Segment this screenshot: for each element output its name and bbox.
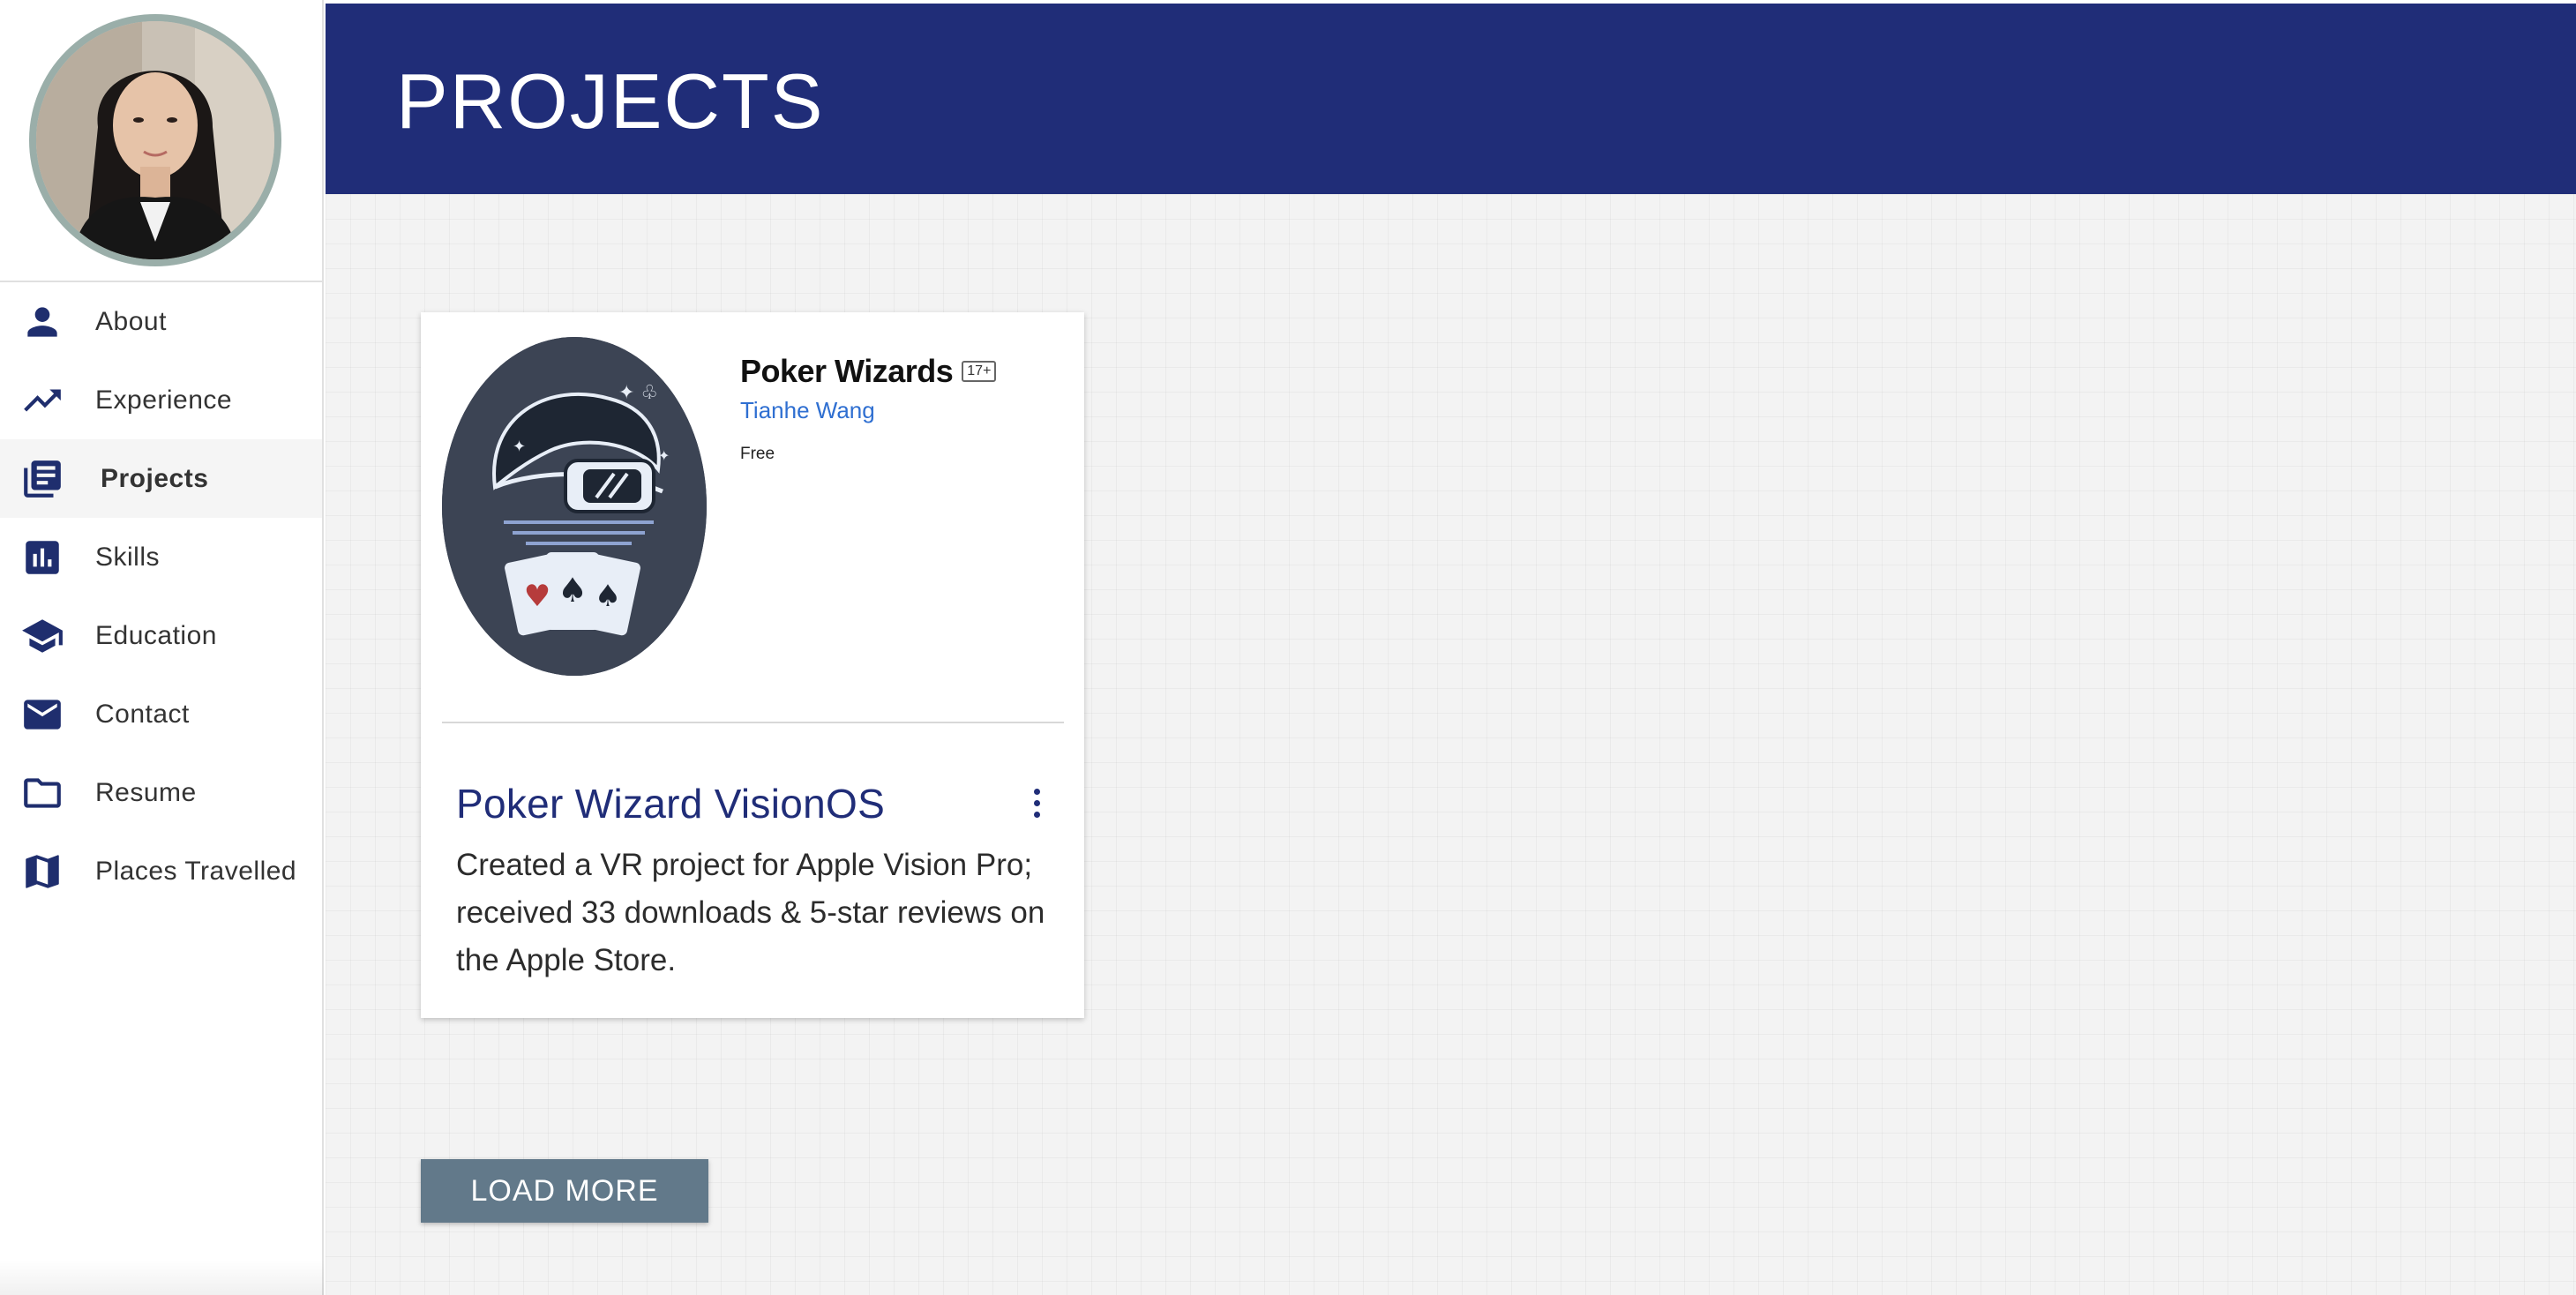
avatar [29, 14, 281, 266]
sidebar-item-label: Places Travelled [95, 856, 297, 886]
person-icon [19, 299, 65, 345]
svg-text:✦ ♧: ✦ ♧ [618, 382, 658, 404]
folder-icon [19, 770, 65, 816]
app-name: Poker Wizards [740, 353, 954, 389]
page-title: PROJECTS [396, 57, 825, 145]
main-content: ♥ ♠ ♠ ✦ ♧ ✦ ✦ Poker Wizards 17+ Tianhe W… [326, 194, 2576, 1295]
sidebar-nav: About Experience Projects Skills Educati… [0, 282, 322, 910]
sidebar-item-label: Resume [95, 777, 197, 807]
app-icon-image: ♥ ♠ ♠ ✦ ♧ ✦ ✦ [442, 337, 707, 676]
developer-link[interactable]: Tianhe Wang [740, 397, 875, 424]
sidebar-item-projects[interactable]: Projects [0, 439, 322, 518]
project-title: Poker Wizard VisionOS [456, 781, 886, 827]
graduation-cap-icon [19, 613, 65, 659]
mail-icon [19, 692, 65, 737]
map-icon [19, 849, 65, 895]
sidebar-item-about[interactable]: About [0, 282, 322, 361]
sidebar-item-experience[interactable]: Experience [0, 361, 322, 439]
page-header: PROJECTS [326, 4, 2576, 194]
svg-text:✦: ✦ [513, 438, 526, 456]
profile-photo [36, 21, 274, 259]
load-more-button[interactable]: LOAD MORE [421, 1159, 708, 1223]
sidebar-item-resume[interactable]: Resume [0, 753, 322, 832]
trending-up-icon [19, 378, 65, 423]
svg-text:♠: ♠ [558, 571, 588, 610]
sidebar-item-label: Skills [95, 542, 161, 572]
svg-text:♥: ♥ [524, 579, 550, 614]
bar-chart-icon [19, 535, 65, 580]
project-card: ♥ ♠ ♠ ✦ ♧ ✦ ✦ Poker Wizards 17+ Tianhe W… [421, 312, 1084, 1018]
sidebar-item-places-travelled[interactable]: Places Travelled [0, 832, 322, 910]
sidebar-item-label: Experience [95, 385, 233, 415]
project-description: Created a VR project for Apple Vision Pr… [456, 848, 1045, 977]
app-price: Free [740, 445, 775, 463]
svg-text:♠: ♠ [595, 579, 621, 614]
poker-wizard-icon: ♥ ♠ ♠ ✦ ♧ ✦ ✦ [442, 337, 707, 676]
svg-text:✦: ✦ [658, 447, 670, 464]
sidebar-item-label: Contact [95, 699, 190, 729]
sidebar-item-label: Education [95, 620, 217, 650]
library-books-icon [19, 456, 65, 502]
sidebar-item-contact[interactable]: Contact [0, 675, 322, 753]
sidebar-item-label: About [95, 306, 167, 336]
age-rating-badge: 17+ [962, 361, 997, 382]
sidebar: About Experience Projects Skills Educati… [0, 0, 324, 1295]
card-divider [442, 722, 1064, 723]
profile-header [0, 0, 322, 282]
app-name-row: Poker Wizards 17+ [740, 353, 997, 390]
sidebar-item-label: Projects [101, 463, 209, 493]
more-vert-icon[interactable] [1030, 789, 1044, 824]
sidebar-item-skills[interactable]: Skills [0, 518, 322, 596]
sidebar-item-education[interactable]: Education [0, 596, 322, 675]
sidebar-shadow [0, 1260, 324, 1295]
